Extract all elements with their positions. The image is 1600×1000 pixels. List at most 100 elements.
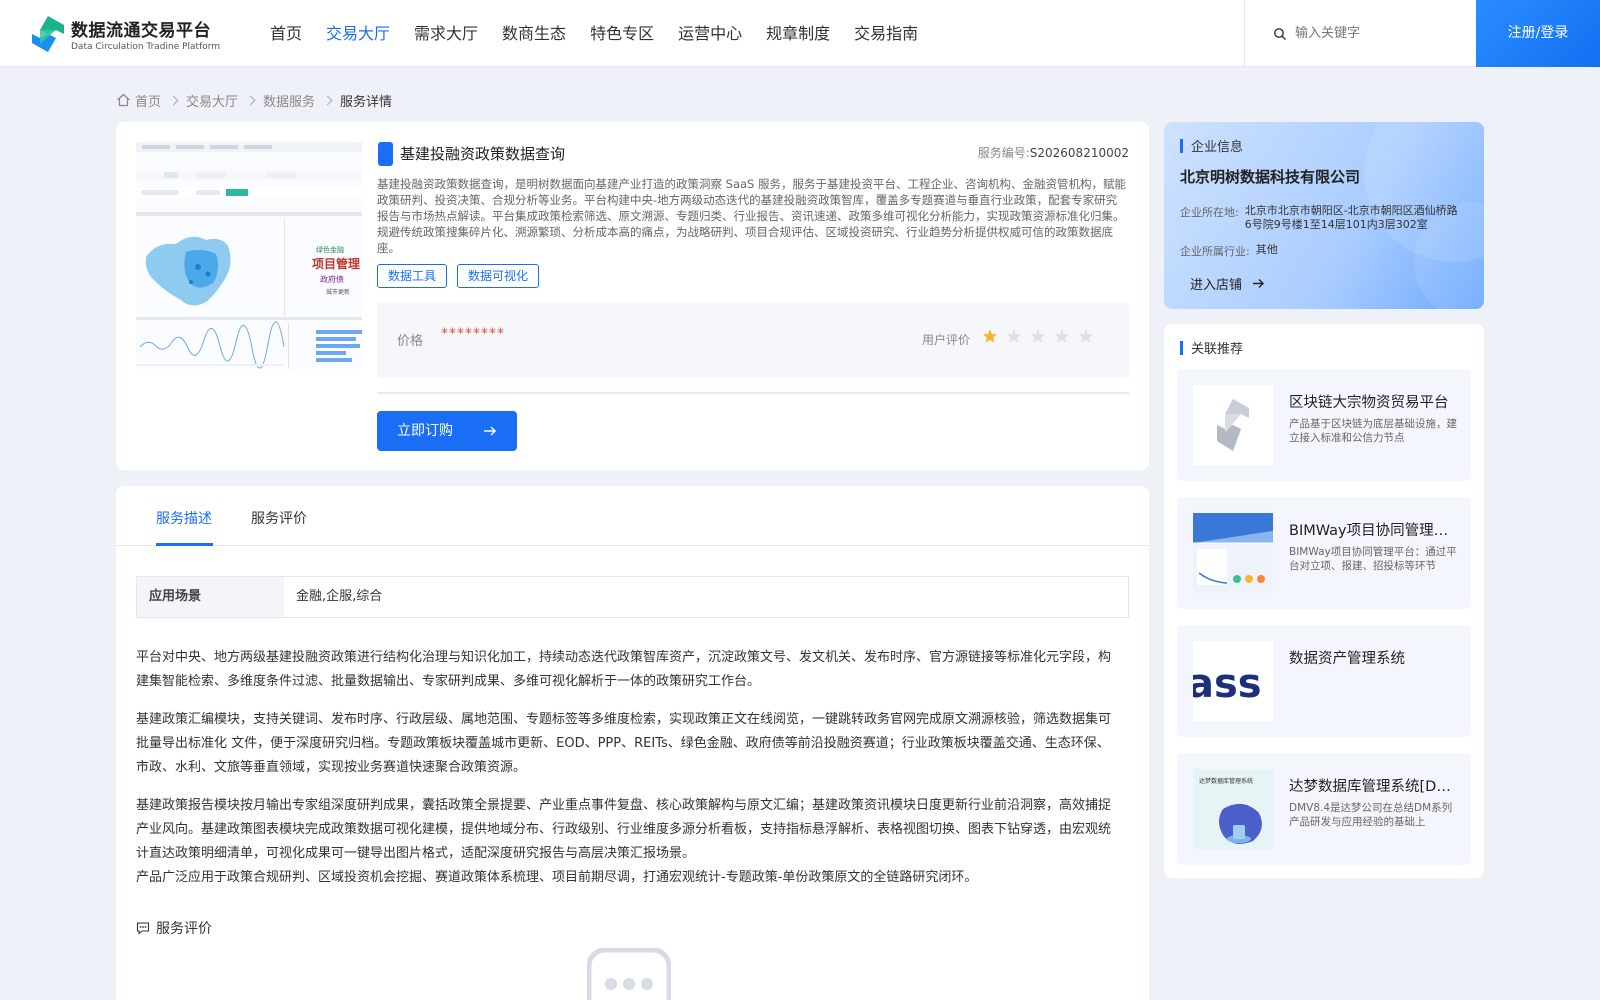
- search-input[interactable]: [1295, 18, 1465, 48]
- dashboard-preview-image: 绿色金融 项目管理 政府债 城市更新: [136, 142, 362, 369]
- description-paragraph: 产品广泛应用于政策合规研判、区域投资机会挖掘、赛道政策体系梳理、项目前期尽调，打…: [136, 870, 978, 885]
- recommend-item-image: [1193, 513, 1273, 593]
- recommend-item[interactable]: 达梦数据库管理系统 达梦数据库管理系统[DM8] DMV8.4是达梦公司在总结D…: [1177, 753, 1471, 865]
- divider: [377, 392, 1129, 394]
- star-icon: [983, 329, 997, 343]
- recommend-item-desc: BIMWay项目协同管理平台：通过平台对立项、报建、招投标等环节: [1289, 546, 1457, 572]
- service-title: 基建投融资政策数据查询: [400, 145, 566, 163]
- nav-ecosystem[interactable]: 数商生态: [490, 0, 578, 67]
- empty-comment-icon: [587, 948, 671, 1000]
- active-tab-indicator: [156, 543, 213, 546]
- location-value: 北京市北京市朝阳区-北京市朝阳区酒仙桥路6号院9号楼1至14层101内3层302…: [1244, 204, 1458, 231]
- service-code-value: S202608210002: [1029, 146, 1129, 160]
- recommend-item[interactable]: BIMWay项目协同管理平台 BIMWay项目协同管理平台：通过平台对立项、报建…: [1177, 497, 1471, 609]
- chevron-right-icon: [322, 95, 333, 105]
- search-icon[interactable]: [1273, 27, 1287, 41]
- breadcrumb-home[interactable]: 首页: [116, 91, 161, 110]
- arrow-right-icon: [484, 426, 497, 436]
- recommend-thumb-text: ass: [1193, 661, 1262, 707]
- recommend-item-title: 区块链大宗物资贸易平台: [1289, 395, 1449, 411]
- platform-logo[interactable]: 数据流通交易平台 Data Circulation Tradine Platfo…: [28, 12, 228, 58]
- svg-text:政府债: 政府债: [320, 274, 344, 284]
- related-recommend-card: 关联推荐 区块链大宗物资贸易平台 产品基于区块链为底层基础设施，建立接入标准和公…: [1164, 324, 1484, 878]
- industry-label: 企业所属行业:: [1180, 245, 1250, 258]
- home-icon: [117, 93, 130, 107]
- tab-service-evaluation[interactable]: 服务评价: [251, 508, 307, 528]
- service-code-label: 服务编号:: [977, 146, 1030, 160]
- service-thumbnail[interactable]: 绿色金融 项目管理 政府债 城市更新: [136, 142, 362, 369]
- enter-shop-label: 进入店铺: [1190, 278, 1243, 293]
- section-accent-bar: [1180, 138, 1183, 153]
- recommend-section-title: 关联推荐: [1180, 338, 1243, 357]
- recommend-item[interactable]: 区块链大宗物资贸易平台 产品基于区块链为底层基础设施，建立接入标准和公信力节点: [1177, 369, 1471, 481]
- recommend-item-title: 达梦数据库管理系统[DM8]: [1289, 779, 1454, 795]
- breadcrumb-data-service[interactable]: 数据服务: [263, 91, 315, 110]
- breadcrumb-home-label: 首页: [135, 94, 162, 110]
- enterprise-section-label: 企业信息: [1191, 140, 1244, 155]
- tag-data-visualization[interactable]: 数据可视化: [457, 264, 540, 288]
- main-nav: 首页 交易大厅 需求大厅 数商生态 特色专区 运营中心 规章制度 交易指南: [258, 0, 930, 67]
- description-paragraph: 基建政策报告模块按月输出专家组深度研判成果，囊括政策全景提要、产业重点事件复盘、…: [136, 798, 1112, 861]
- price-value: ********: [441, 326, 505, 342]
- location-label: 企业所在地:: [1180, 206, 1239, 219]
- price-label: 价格: [397, 334, 424, 349]
- arrow-right-icon: [1253, 279, 1265, 288]
- recommend-item-image: 达梦数据库管理系统: [1193, 769, 1273, 849]
- scene-value: 金融,企服,综合: [296, 589, 383, 604]
- recommend-item-image: [1193, 385, 1273, 465]
- logo-icon: [32, 16, 64, 52]
- nav-regulations[interactable]: 规章制度: [754, 0, 842, 67]
- search-box: [1244, 0, 1476, 67]
- enterprise-info-card: 企业信息 北京明树数据科技有限公司 企业所在地: 北京市北京市朝阳区-北京市朝阳…: [1164, 122, 1484, 309]
- nav-home[interactable]: 首页: [258, 0, 314, 67]
- recommend-item-image: ass: [1193, 641, 1273, 721]
- logo-title: 数据流通交易平台: [71, 21, 211, 41]
- evaluation-title: 服务评价: [156, 921, 212, 937]
- nav-trading-hall[interactable]: 交易大厅: [314, 0, 402, 67]
- recommend-item-desc: 产品基于区块链为底层基础设施，建立接入标准和公信力节点: [1289, 418, 1457, 444]
- star-icon: [1079, 329, 1093, 343]
- breadcrumb-trading-hall[interactable]: 交易大厅: [186, 91, 238, 110]
- rating-label: 用户评价: [922, 333, 971, 347]
- recommend-item[interactable]: ass 数据资产管理系统: [1177, 625, 1471, 737]
- service-tags: 数据工具 数据可视化: [377, 264, 549, 288]
- nav-demand-hall[interactable]: 需求大厅: [402, 0, 490, 67]
- nav-trading-guide[interactable]: 交易指南: [842, 0, 930, 67]
- breadcrumb-current: 服务详情: [340, 94, 393, 110]
- application-scene-row: 应用场景 金融,企服,综合: [136, 576, 1129, 618]
- tag-data-tool[interactable]: 数据工具: [377, 264, 448, 288]
- industry-value: 其他: [1255, 243, 1278, 256]
- recommend-item-desc: DMV8.4是达梦公司在总结DM系列产品研发与应用经验的基础上: [1289, 802, 1453, 828]
- recommend-section-label: 关联推荐: [1191, 342, 1244, 357]
- star-icon: [1031, 329, 1045, 343]
- chevron-right-icon: [168, 95, 179, 105]
- title-accent-bar: [378, 142, 393, 166]
- star-icon: [1055, 329, 1069, 343]
- enterprise-name: 北京明树数据科技有限公司: [1180, 168, 1361, 186]
- service-card: 绿色金融 项目管理 政府债 城市更新 基建投融资政策数据查询 服务编号:S202…: [116, 122, 1149, 470]
- chevron-right-icon: [245, 95, 256, 105]
- enterprise-section-title: 企业信息: [1180, 136, 1243, 155]
- section-accent-bar: [1180, 340, 1183, 355]
- recommend-thumb-caption: 达梦数据库管理系统: [1199, 777, 1253, 785]
- comment-icon: [136, 922, 150, 935]
- tab-service-description[interactable]: 服务描述: [156, 508, 212, 528]
- svg-text:城市更新: 城市更新: [326, 288, 350, 296]
- login-register-button[interactable]: 注册/登录: [1476, 0, 1600, 67]
- subscribe-button-label: 立即订购: [397, 423, 453, 439]
- recommend-item-title: 数据资产管理系统: [1289, 651, 1405, 667]
- price-panel: 价格 ******** 用户评价: [377, 302, 1129, 378]
- nav-special-zone[interactable]: 特色专区: [578, 0, 666, 67]
- scene-label: 应用场景: [137, 577, 284, 617]
- enterprise-location-row: 企业所在地: 北京市北京市朝阳区-北京市朝阳区酒仙桥路6号院9号楼1至14层10…: [1180, 204, 1463, 232]
- top-header: 数据流通交易平台 Data Circulation Tradine Platfo…: [0, 0, 1600, 67]
- detail-tabs: 服务描述 服务评价: [116, 486, 1149, 546]
- recommend-item-desc: [1289, 673, 1459, 701]
- enterprise-industry-row: 企业所属行业: 其他: [1180, 243, 1278, 259]
- enter-shop-link[interactable]: 进入店铺: [1190, 274, 1265, 293]
- rating-stars: [982, 328, 1102, 344]
- thumbnail-overlay-text: 项目管理: [312, 256, 360, 271]
- nav-operation-center[interactable]: 运营中心: [666, 0, 754, 67]
- subscribe-button[interactable]: 立即订购: [377, 411, 517, 451]
- breadcrumb: 首页 交易大厅 数据服务 服务详情: [116, 90, 392, 110]
